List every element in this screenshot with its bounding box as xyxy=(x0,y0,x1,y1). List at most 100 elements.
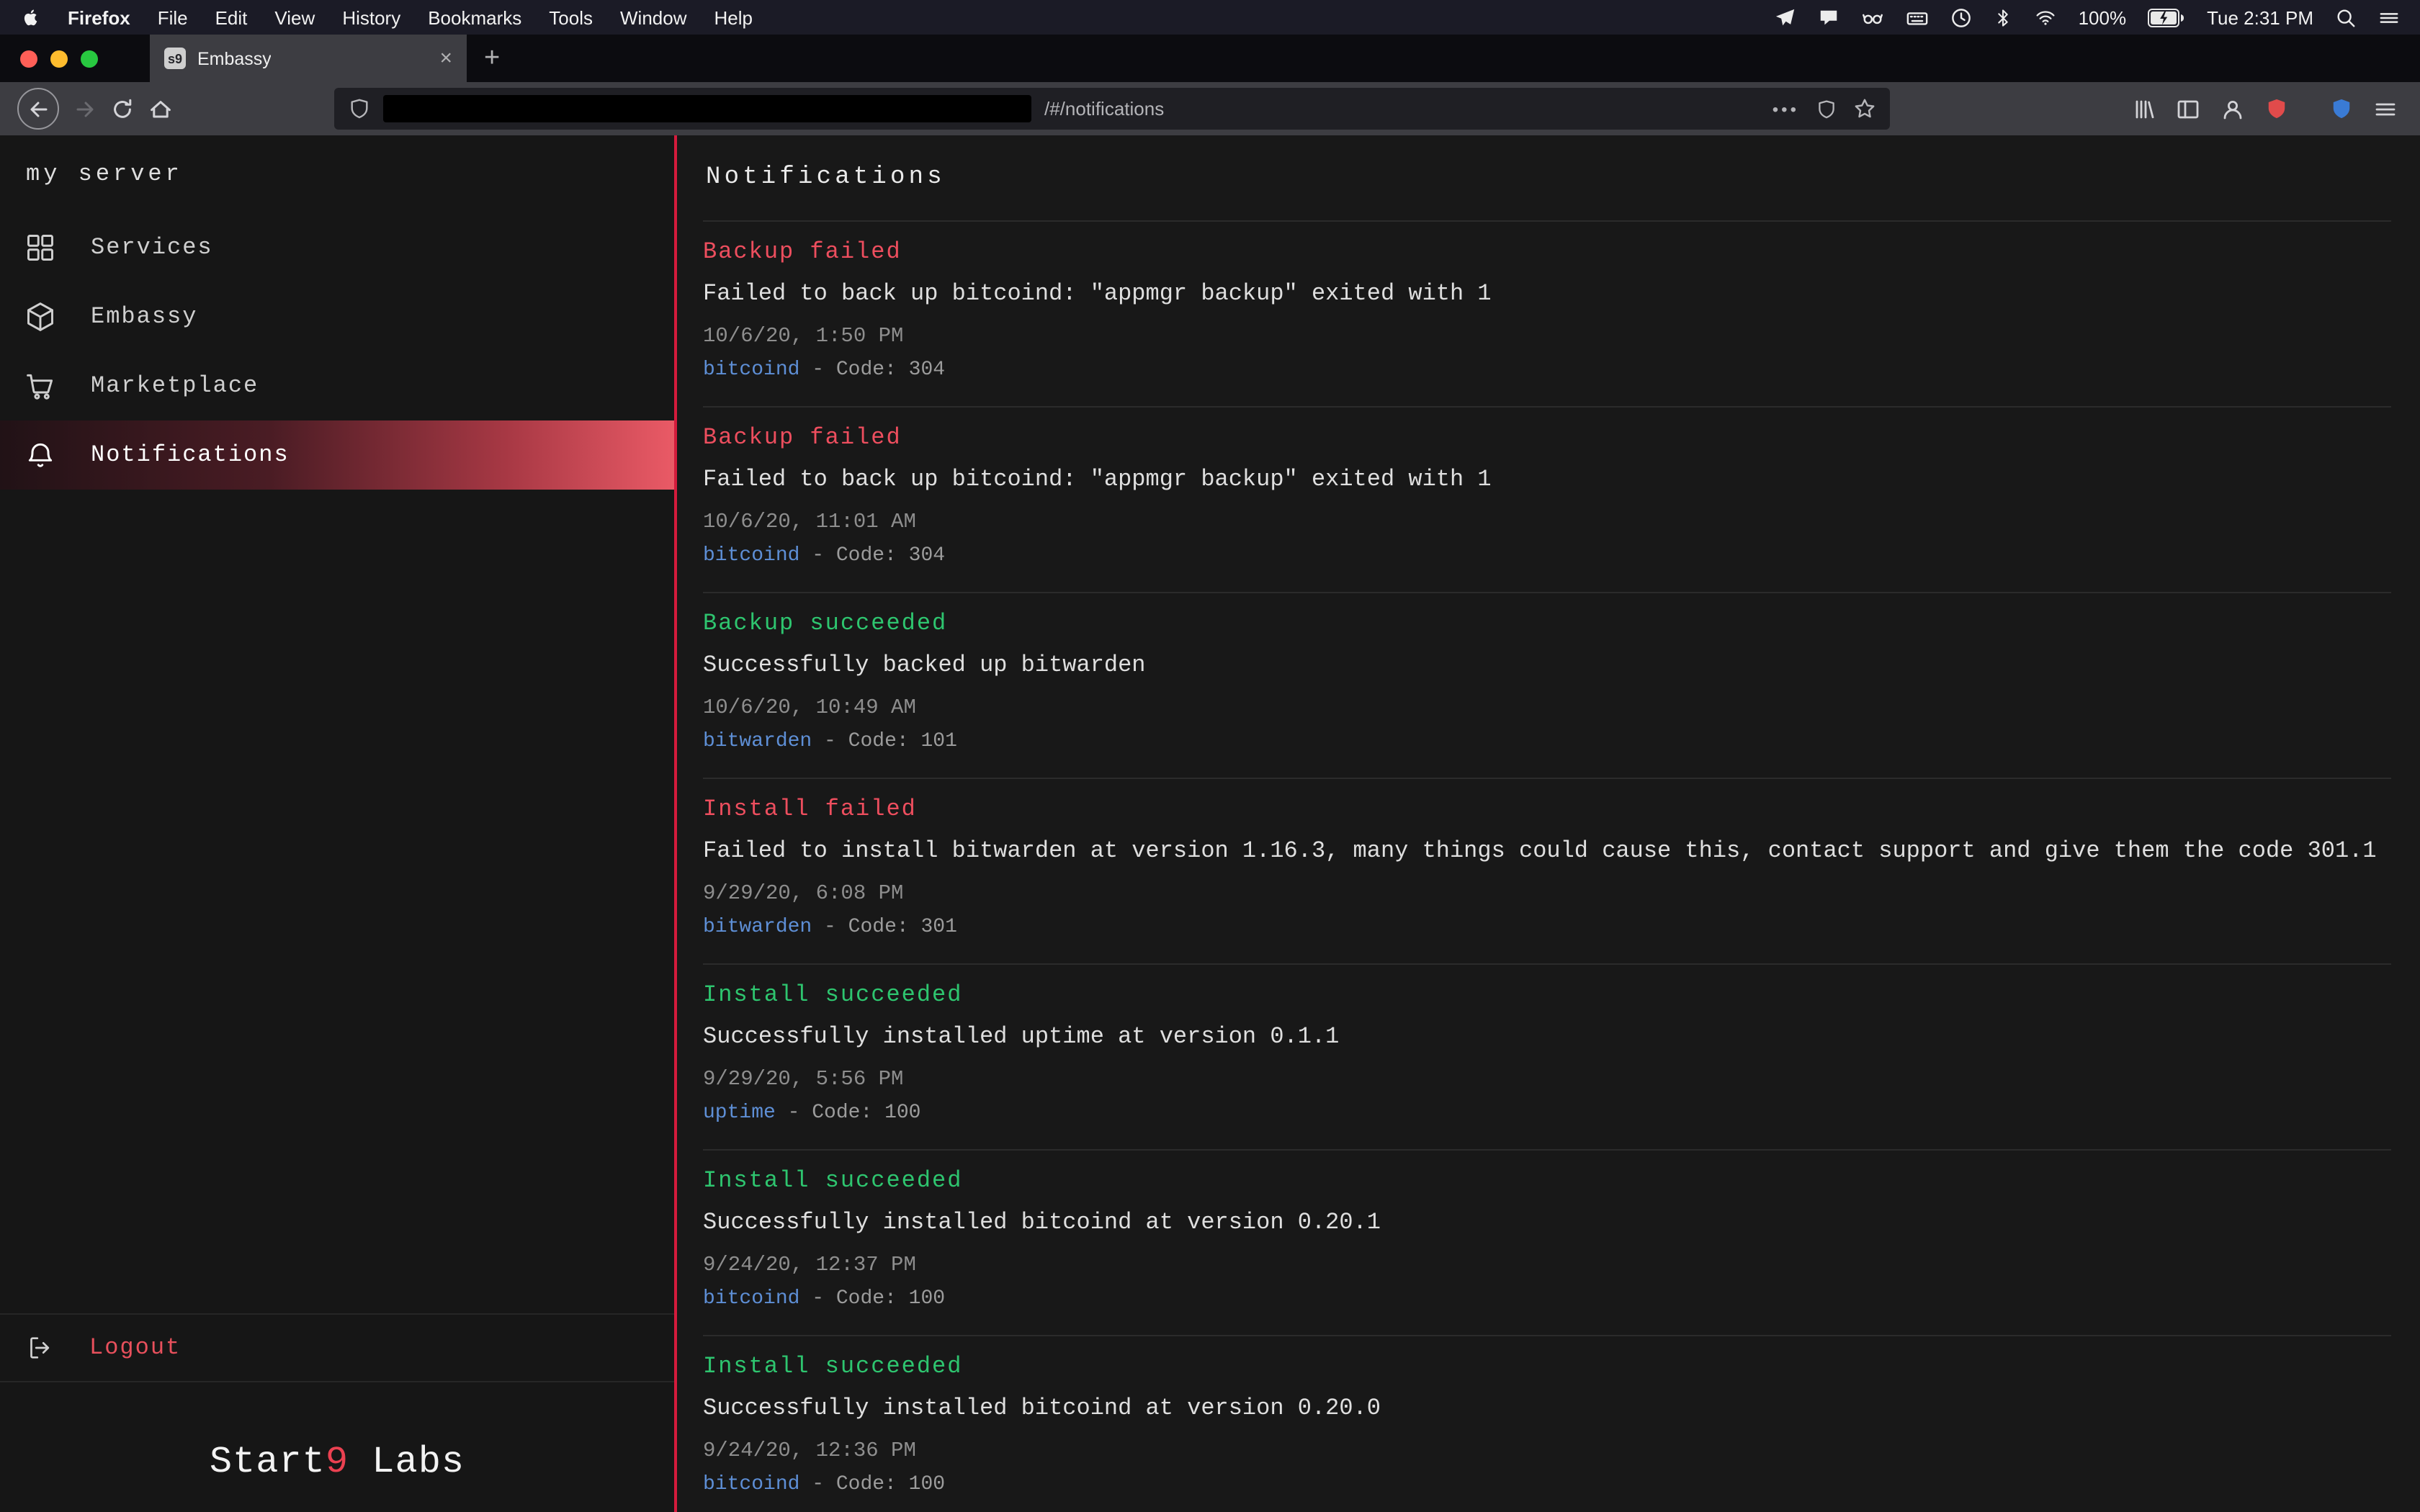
wifi-icon[interactable] xyxy=(2034,7,2057,27)
tracking-protection-shield-icon[interactable] xyxy=(349,98,370,120)
chat-bubble-icon[interactable] xyxy=(1818,6,1839,28)
notification-code-line: bitcoind - Code: 304 xyxy=(703,359,2391,383)
notification-title: Backup failed xyxy=(703,239,2391,266)
menubar-item-history[interactable]: History xyxy=(342,6,400,28)
extension-icon-blue-shield[interactable] xyxy=(2331,98,2352,120)
back-button[interactable] xyxy=(17,88,59,130)
menubar-item-file[interactable]: File xyxy=(158,6,188,28)
service-link[interactable]: bitcoind xyxy=(703,1473,799,1496)
notification-item: Backup succeeded Successfully backed up … xyxy=(703,593,2391,779)
browser-toolbar: /#/notifications ••• xyxy=(0,82,2420,135)
service-link[interactable]: bitcoind xyxy=(703,1287,799,1310)
window-controls xyxy=(20,50,98,67)
sidebar: my server Services Embassy Marketplace xyxy=(0,135,677,1512)
menubar-item-help[interactable]: Help xyxy=(714,6,753,28)
sidebar-item-label: Marketplace xyxy=(91,373,259,399)
hamburger-menu-icon[interactable] xyxy=(2374,97,2397,120)
extension-icon-red-shield[interactable] xyxy=(2266,98,2287,120)
menubar-item-tools[interactable]: Tools xyxy=(549,6,593,28)
notification-code: - Code: 301 xyxy=(812,916,957,939)
notification-item: Install succeeded Successfully installed… xyxy=(703,965,2391,1151)
notification-timestamp: 10/6/20, 11:01 AM xyxy=(703,511,2391,536)
notification-code-line: bitcoind - Code: 304 xyxy=(703,544,2391,569)
paperplane-icon[interactable] xyxy=(1775,6,1796,28)
browser-tab-bar: s9 Embassy × + xyxy=(0,35,2420,82)
menubar-clock[interactable]: Tue 2:31 PM xyxy=(2207,6,2313,28)
sidebar-item-embassy[interactable]: Embassy xyxy=(0,282,674,351)
brand-wordmark: Start9 Labs xyxy=(0,1382,674,1512)
notifications-page: Notifications Backup failed Failed to ba… xyxy=(677,135,2420,1512)
notification-code: - Code: 101 xyxy=(812,730,957,753)
sidebar-item-marketplace[interactable]: Marketplace xyxy=(0,351,674,420)
tab-close-icon[interactable]: × xyxy=(439,48,452,69)
service-link[interactable]: bitcoind xyxy=(703,544,799,567)
keyboard-icon[interactable] xyxy=(1906,6,1929,28)
pocket-shield-icon[interactable] xyxy=(1816,99,1837,119)
sidebar-toggle-icon[interactable] xyxy=(2177,97,2200,120)
notification-title: Install failed xyxy=(703,796,2391,824)
service-link[interactable]: uptime xyxy=(703,1102,776,1125)
notification-item: Backup failed Failed to back up bitcoind… xyxy=(703,408,2391,593)
menubar-item-view[interactable]: View xyxy=(274,6,315,28)
notification-item: Install succeeded Successfully installed… xyxy=(703,1336,2391,1512)
notification-timestamp: 9/29/20, 5:56 PM xyxy=(703,1068,2391,1093)
url-bar[interactable]: /#/notifications ••• xyxy=(334,88,1890,130)
battery-charging-icon[interactable] xyxy=(2148,8,2185,27)
tab-title: Embassy xyxy=(197,48,272,68)
server-name: my server xyxy=(26,161,674,187)
logout-icon xyxy=(26,1333,55,1362)
tab-favicon: s9 xyxy=(164,48,186,69)
browser-tab-embassy[interactable]: s9 Embassy × xyxy=(150,35,467,82)
reload-button[interactable] xyxy=(111,97,134,120)
control-center-icon[interactable] xyxy=(2378,6,2400,28)
notification-title: Install succeeded xyxy=(703,1168,2391,1195)
macos-menubar: Firefox File Edit View History Bookmarks… xyxy=(0,0,2420,35)
window-zoom-button[interactable] xyxy=(81,50,98,67)
embassy-app: my server Services Embassy Marketplace xyxy=(0,135,2420,1512)
home-button[interactable] xyxy=(148,97,173,120)
notification-item: Install failed Failed to install bitward… xyxy=(703,779,2391,965)
apple-menu-icon[interactable] xyxy=(20,6,40,29)
bookmark-star-icon[interactable] xyxy=(1854,98,1876,120)
notification-body: Failed to back up bitcoind: "appmgr back… xyxy=(703,467,2391,494)
account-icon[interactable] xyxy=(2221,97,2244,120)
notification-body: Successfully installed uptime at version… xyxy=(703,1024,2391,1051)
clock-icon[interactable] xyxy=(1950,6,1972,28)
sidebar-item-notifications[interactable]: Notifications xyxy=(0,420,674,490)
sidebar-item-services[interactable]: Services xyxy=(0,213,674,282)
spotlight-search-icon[interactable] xyxy=(2335,6,2357,28)
redacted-url-block xyxy=(383,95,1031,122)
menubar-item-edit[interactable]: Edit xyxy=(215,6,248,28)
notification-timestamp: 9/24/20, 12:36 PM xyxy=(703,1440,2391,1464)
brand-part: Start xyxy=(210,1440,326,1483)
glasses-icon[interactable] xyxy=(1861,6,1884,28)
url-path: /#/notifications xyxy=(1044,98,1164,120)
notification-title: Install succeeded xyxy=(703,982,2391,1009)
service-link[interactable]: bitcoind xyxy=(703,359,799,382)
notification-title: Install succeeded xyxy=(703,1354,2391,1381)
window-close-button[interactable] xyxy=(20,50,37,67)
page-actions-icon[interactable]: ••• xyxy=(1773,99,1799,119)
bluetooth-icon[interactable] xyxy=(1994,6,2012,28)
page-title: Notifications xyxy=(703,135,2391,222)
service-link[interactable]: bitwarden xyxy=(703,916,812,939)
cart-icon xyxy=(24,370,56,402)
notification-code-line: bitwarden - Code: 301 xyxy=(703,916,2391,940)
menubar-item-window[interactable]: Window xyxy=(620,6,687,28)
forward-button[interactable] xyxy=(73,97,97,120)
notification-title: Backup failed xyxy=(703,425,2391,452)
notification-code: - Code: 304 xyxy=(799,544,945,567)
new-tab-button[interactable]: + xyxy=(484,45,500,72)
window-minimize-button[interactable] xyxy=(50,50,68,67)
screen: Firefox File Edit View History Bookmarks… xyxy=(0,0,2420,1512)
notification-item: Backup failed Failed to back up bitcoind… xyxy=(703,222,2391,408)
battery-percent: 100% xyxy=(2079,6,2127,28)
notification-timestamp: 9/29/20, 6:08 PM xyxy=(703,883,2391,907)
library-icon[interactable] xyxy=(2132,97,2155,120)
logout-button[interactable]: Logout xyxy=(0,1313,674,1382)
notification-timestamp: 9/24/20, 12:37 PM xyxy=(703,1254,2391,1279)
notification-body: Failed to back up bitcoind: "appmgr back… xyxy=(703,281,2391,308)
menubar-item-bookmarks[interactable]: Bookmarks xyxy=(428,6,521,28)
service-link[interactable]: bitwarden xyxy=(703,730,812,753)
menubar-item-firefox[interactable]: Firefox xyxy=(68,6,130,28)
